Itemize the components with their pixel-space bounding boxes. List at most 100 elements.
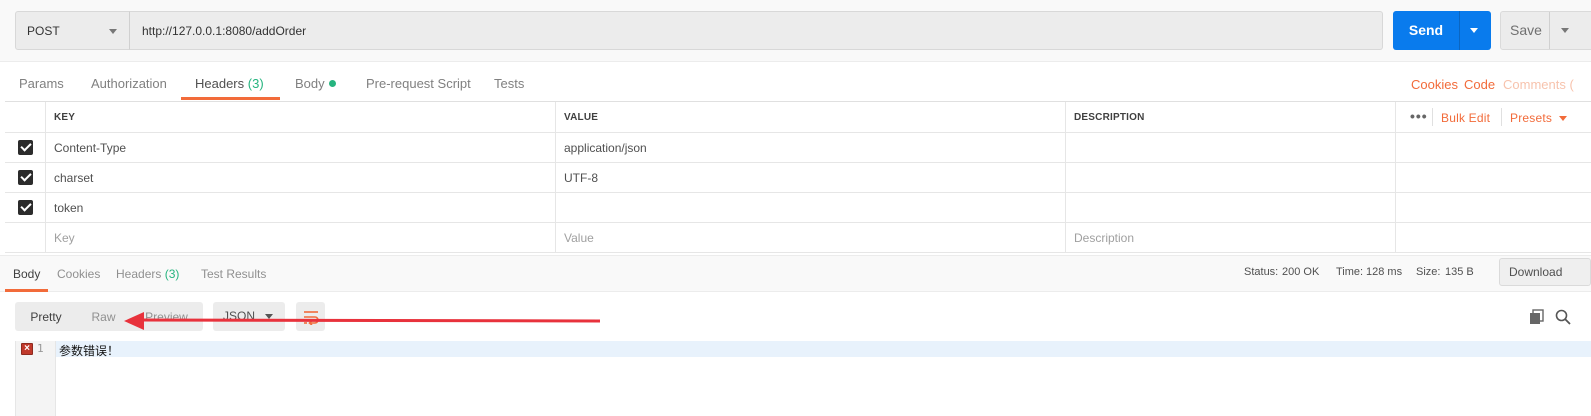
- wrap-lines-button[interactable]: [296, 302, 325, 331]
- header-checkbox-cell: [5, 102, 46, 132]
- header-value-field[interactable]: [556, 193, 1066, 222]
- row-actions: [1396, 133, 1591, 162]
- presets-caret-icon[interactable]: [1559, 116, 1567, 121]
- code-link[interactable]: Code: [1464, 77, 1495, 92]
- method-select[interactable]: POST: [15, 11, 130, 50]
- dropdown-caret-icon: [109, 29, 117, 34]
- response-line-text: 参数错误！: [59, 344, 120, 358]
- divider: [1432, 108, 1433, 126]
- presets-button[interactable]: Presets: [1510, 111, 1552, 125]
- new-value-input[interactable]: Value: [556, 223, 1066, 252]
- line-gutter: × 1: [16, 341, 56, 416]
- dropdown-caret-icon: [265, 314, 273, 319]
- tab-authorization[interactable]: Authorization: [91, 76, 167, 91]
- checkbox-checked-icon[interactable]: [17, 170, 33, 185]
- send-divider: [1459, 11, 1460, 50]
- response-tab-headers[interactable]: Headers (3): [116, 267, 179, 281]
- table-row: Content-Type application/json: [5, 133, 1591, 163]
- send-button[interactable]: Send: [1393, 11, 1491, 50]
- row-actions: [1396, 163, 1591, 192]
- more-options-icon[interactable]: •••: [1410, 108, 1428, 124]
- save-divider: [1549, 12, 1550, 49]
- error-marker-icon: ×: [21, 343, 33, 355]
- tab-headers-count: (3): [247, 76, 264, 91]
- header-description-field[interactable]: [1066, 193, 1396, 222]
- bulk-edit-button[interactable]: Bulk Edit: [1441, 111, 1490, 125]
- format-label: JSON: [223, 309, 256, 323]
- response-tab-body[interactable]: Body: [13, 267, 40, 281]
- download-button[interactable]: Download: [1499, 258, 1591, 286]
- tab-prerequest-script[interactable]: Pre-request Script: [366, 76, 471, 91]
- description-placeholder: Description: [1074, 230, 1135, 245]
- table-row: charset UTF-8: [5, 163, 1591, 193]
- divider: [1501, 108, 1502, 126]
- header-description-field[interactable]: [1066, 163, 1396, 192]
- line-number: 1: [37, 342, 44, 355]
- method-label: POST: [27, 23, 60, 38]
- time-label: Time:: [1336, 266, 1364, 278]
- send-label: Send: [1408, 22, 1444, 38]
- new-key-input[interactable]: Key: [46, 223, 556, 252]
- value-placeholder: Value: [564, 230, 594, 245]
- url-text: http://127.0.0.1:8080/addOrder: [142, 23, 307, 38]
- header-value-field[interactable]: UTF-8: [556, 163, 1066, 192]
- column-key: KEY: [46, 102, 556, 132]
- row-checkbox-cell: [5, 163, 46, 192]
- wrap-lines-icon: [303, 310, 319, 325]
- save-dropdown-icon[interactable]: [1561, 28, 1569, 33]
- response-tab-test-results[interactable]: Test Results: [201, 267, 266, 281]
- tab-headers[interactable]: Headers (3): [195, 76, 264, 91]
- header-value-field[interactable]: application/json: [556, 133, 1066, 162]
- save-button[interactable]: Save: [1500, 11, 1591, 50]
- row-actions: [1396, 223, 1591, 252]
- save-label: Save: [1510, 22, 1542, 38]
- body-indicator-dot: [328, 80, 336, 87]
- comments-link[interactable]: Comments (: [1503, 77, 1574, 92]
- tab-params[interactable]: Params: [19, 76, 64, 91]
- header-key-field[interactable]: charset: [46, 163, 556, 192]
- header-description-field[interactable]: [1066, 133, 1396, 162]
- active-tab-indicator: [181, 97, 280, 100]
- size-label: Size:: [1416, 266, 1441, 278]
- tab-tests[interactable]: Tests: [494, 76, 524, 91]
- time-value[interactable]: 128 ms: [1366, 266, 1402, 278]
- key-placeholder: Key: [54, 230, 75, 245]
- response-tab-cookies[interactable]: Cookies: [57, 267, 100, 281]
- request-tabs: Params Authorization Headers (3) Body Pr…: [0, 62, 1591, 102]
- url-input[interactable]: http://127.0.0.1:8080/addOrder: [129, 11, 1383, 50]
- status-label: Status:: [1244, 266, 1279, 278]
- size-value[interactable]: 135 B: [1445, 266, 1474, 278]
- table-actions: ••• Bulk Edit Presets: [1396, 102, 1591, 132]
- header-key-field[interactable]: Content-Type: [46, 133, 556, 162]
- response-tab-headers-label: Headers: [116, 267, 162, 281]
- row-checkbox-cell: [5, 223, 46, 252]
- view-raw-button[interactable]: Raw: [77, 302, 130, 331]
- response-bar: Body Cookies Headers (3) Test Results St…: [0, 255, 1591, 292]
- tab-body-label: Body: [295, 76, 325, 91]
- table-header-row: KEY VALUE DESCRIPTION ••• Bulk Edit Pres…: [5, 102, 1591, 133]
- search-icon[interactable]: [1555, 309, 1571, 325]
- row-checkbox-cell: [5, 133, 46, 162]
- headers-table: KEY VALUE DESCRIPTION ••• Bulk Edit Pres…: [5, 101, 1591, 253]
- response-tab-headers-count: (3): [164, 267, 180, 281]
- column-description: DESCRIPTION: [1066, 102, 1396, 132]
- header-key-field[interactable]: token: [46, 193, 556, 222]
- format-select[interactable]: JSON: [213, 302, 285, 331]
- cookies-link[interactable]: Cookies: [1411, 77, 1458, 92]
- tab-body[interactable]: Body: [295, 76, 336, 91]
- row-actions: [1396, 193, 1591, 222]
- send-dropdown-icon[interactable]: [1470, 28, 1478, 33]
- view-preview-button[interactable]: Preview: [130, 302, 203, 331]
- active-response-tab-indicator: [5, 289, 48, 292]
- copy-icon[interactable]: [1529, 309, 1545, 325]
- checkbox-checked-icon[interactable]: [17, 140, 33, 155]
- new-description-input[interactable]: Description: [1066, 223, 1396, 252]
- checkbox-checked-icon[interactable]: [17, 200, 33, 215]
- row-checkbox-cell: [5, 193, 46, 222]
- active-line-highlight: [56, 341, 1591, 357]
- column-value: VALUE: [556, 102, 1066, 132]
- status-value[interactable]: 200 OK: [1282, 266, 1319, 278]
- response-body-editor[interactable]: × 1 参数错误！: [15, 341, 1591, 416]
- table-row-new: Key Value Description: [5, 223, 1591, 253]
- view-pretty-button[interactable]: Pretty: [15, 302, 77, 331]
